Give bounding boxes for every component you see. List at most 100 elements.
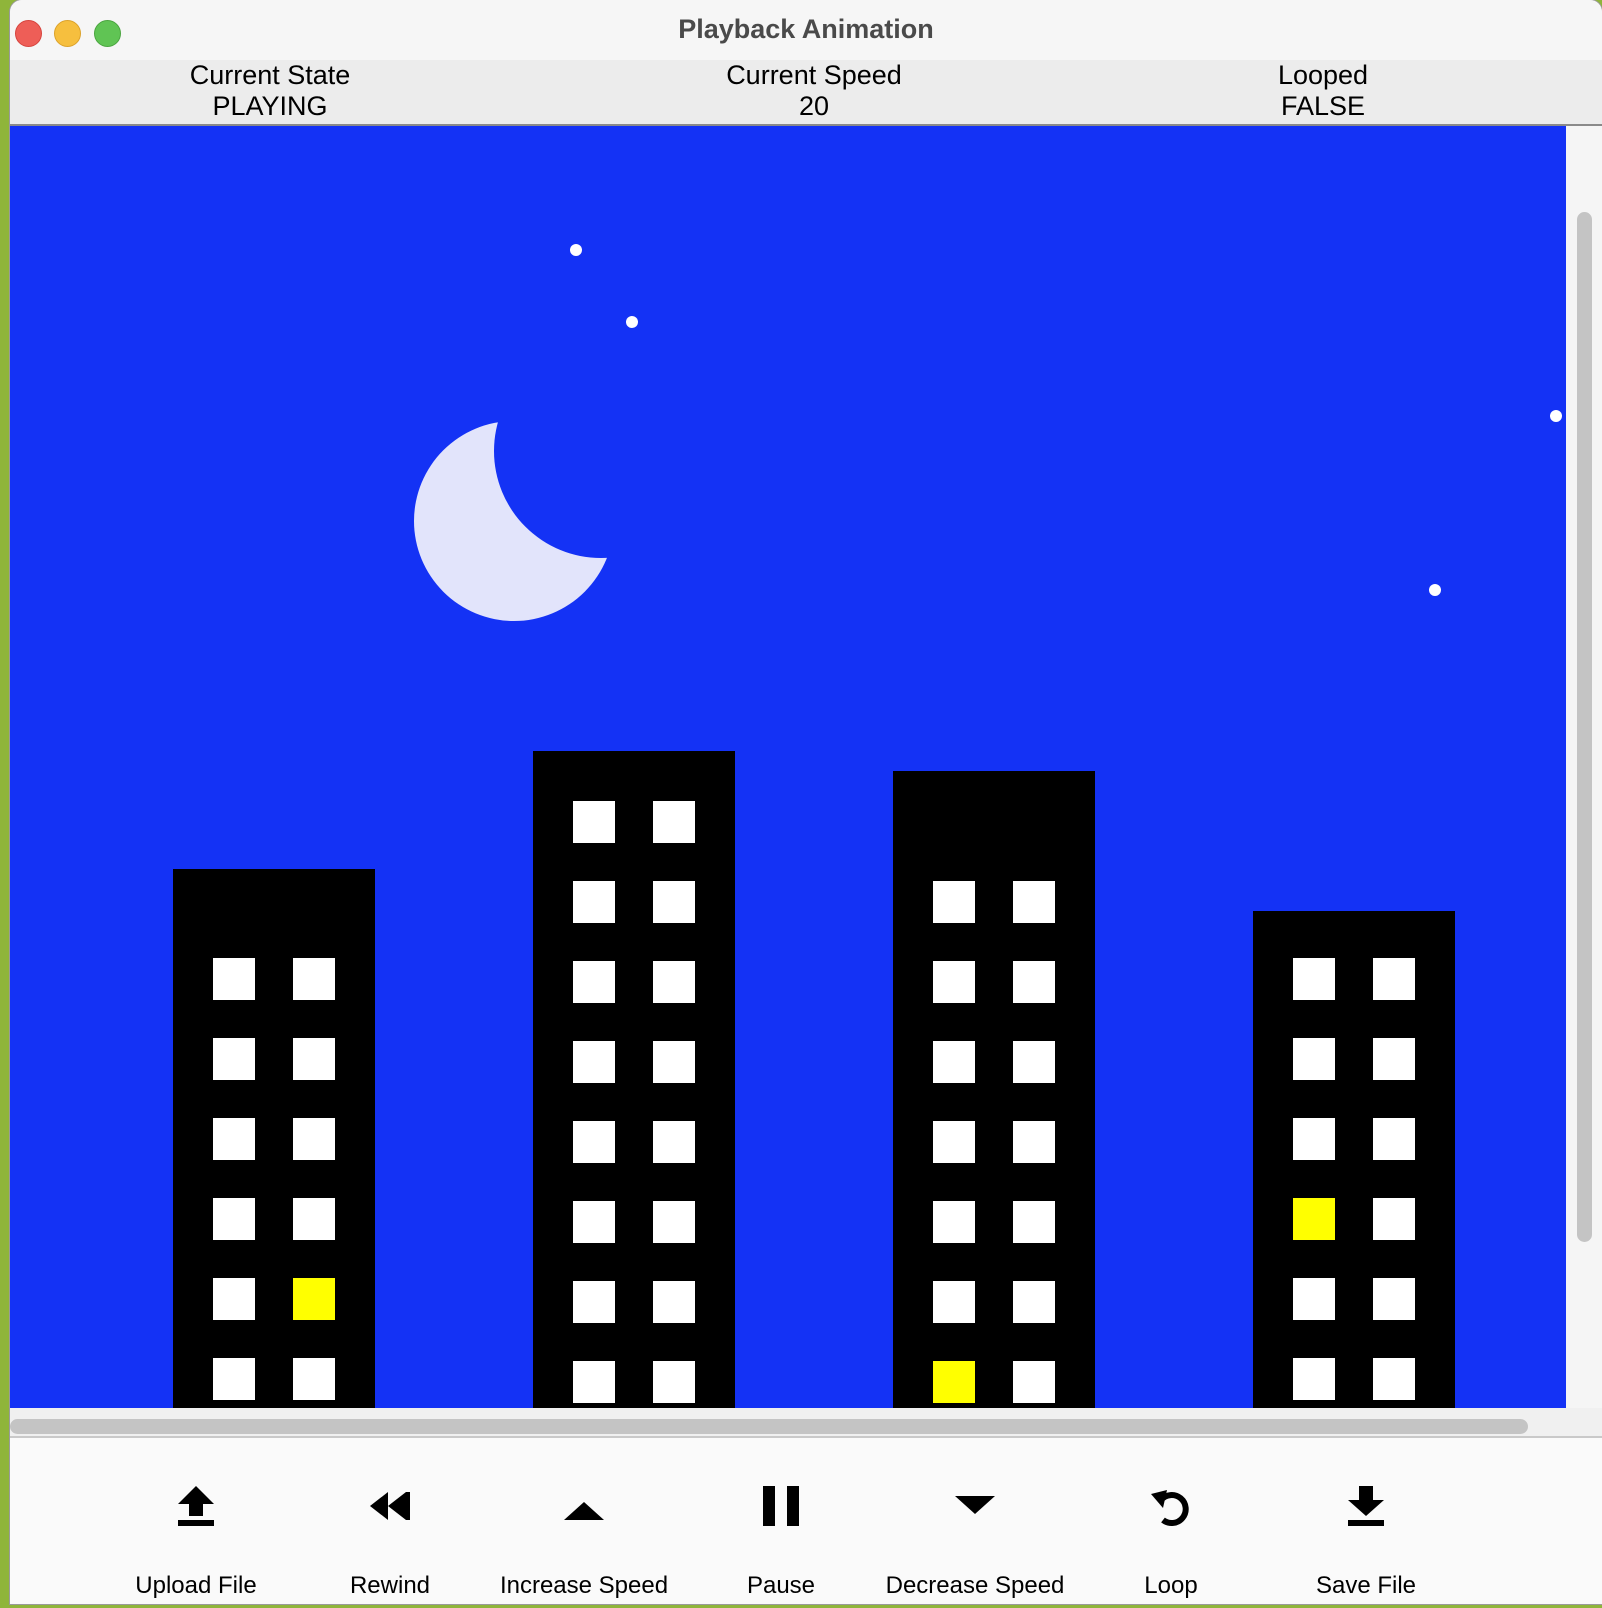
building-window (1373, 958, 1415, 1000)
playback-toolbar: Upload File Rewind Increase Speed Pause (10, 1438, 1602, 1604)
upload-file-label: Upload File (135, 1572, 257, 1599)
current-speed-panel: Current Speed 20 (694, 60, 934, 122)
building-window (293, 1358, 335, 1400)
building-window (573, 961, 615, 1003)
decrease-speed-label: Decrease Speed (885, 1572, 1065, 1599)
triangle-up-icon (564, 1502, 604, 1520)
rewind-label: Rewind (349, 1572, 431, 1599)
looped-label: Looped (1277, 60, 1369, 90)
building-window (1373, 1278, 1415, 1320)
building-window (1013, 961, 1055, 1003)
triangle-down-icon (955, 1496, 995, 1514)
building-window (653, 1121, 695, 1163)
horizontal-scrollbar-thumb[interactable] (10, 1419, 1528, 1434)
building-window (933, 1281, 975, 1323)
rewind-icon (370, 1492, 410, 1520)
building-window (933, 961, 975, 1003)
building-window (213, 1118, 255, 1160)
building-window (1013, 1361, 1055, 1403)
building-window (1293, 1038, 1335, 1080)
building-window (213, 958, 255, 1000)
building-window (653, 1281, 695, 1323)
current-speed-value: 20 (798, 91, 830, 121)
current-state-value: PLAYING (212, 91, 328, 121)
building-window (1373, 1118, 1415, 1160)
building-window (933, 1041, 975, 1083)
building-window (213, 1278, 255, 1320)
building-3 (893, 771, 1095, 1408)
building-window (653, 1201, 695, 1243)
upload-icon (178, 1486, 214, 1526)
building-window (293, 1198, 335, 1240)
pause-label: Pause (746, 1572, 816, 1599)
building-window (1293, 1278, 1335, 1320)
app-window: Playback Animation Current State PLAYING… (10, 0, 1602, 1604)
building-window (573, 881, 615, 923)
building-window (1293, 1118, 1335, 1160)
save-file-label: Save File (1315, 1572, 1417, 1599)
building-window (573, 1201, 615, 1243)
building-window (1293, 1198, 1335, 1240)
building-window (293, 1118, 335, 1160)
building-4 (1253, 911, 1455, 1408)
building-window (1013, 881, 1055, 923)
current-speed-label: Current Speed (726, 60, 902, 90)
decrease-speed-button[interactable]: Decrease Speed (875, 1482, 1075, 1599)
animation-canvas (10, 126, 1566, 1408)
building-window (653, 881, 695, 923)
pause-icon (763, 1486, 799, 1526)
building-window (293, 1038, 335, 1080)
building-window (1373, 1038, 1415, 1080)
building-window (653, 801, 695, 843)
building-window (653, 1041, 695, 1083)
building-window (933, 881, 975, 923)
building-window (653, 961, 695, 1003)
animation-scroll-pane (10, 126, 1602, 1434)
title-bar: Playback Animation (10, 0, 1602, 61)
upload-file-button[interactable]: Upload File (96, 1482, 296, 1599)
building-window (1373, 1358, 1415, 1400)
pause-button[interactable]: Pause (681, 1482, 881, 1599)
loop-icon (1151, 1490, 1189, 1527)
current-state-label: Current State (189, 60, 351, 90)
download-icon (1348, 1486, 1384, 1526)
save-file-button[interactable]: Save File (1266, 1482, 1466, 1599)
building-window (933, 1121, 975, 1163)
star-2 (626, 316, 638, 328)
building-2 (533, 751, 735, 1408)
building-window (573, 1361, 615, 1403)
building-window (1293, 958, 1335, 1000)
building-window (653, 1361, 695, 1403)
building-window (1013, 1281, 1055, 1323)
animation-scene (10, 126, 1566, 1408)
loop-button[interactable]: Loop (1071, 1482, 1271, 1599)
looped-panel: Looped FALSE (1203, 60, 1443, 122)
building-window (573, 801, 615, 843)
building-window (573, 1041, 615, 1083)
building-window (1013, 1201, 1055, 1243)
status-bar: Current State PLAYING Current Speed 20 L… (10, 60, 1602, 126)
star-4 (1429, 584, 1441, 596)
building-window (293, 1278, 335, 1320)
building-window (933, 1201, 975, 1243)
building-window (213, 1198, 255, 1240)
building-window (1013, 1121, 1055, 1163)
star-1 (570, 244, 582, 256)
building-window (573, 1281, 615, 1323)
increase-speed-label: Increase Speed (499, 1572, 669, 1599)
building-window (1293, 1358, 1335, 1400)
rewind-button[interactable]: Rewind (290, 1482, 490, 1599)
building-window (573, 1121, 615, 1163)
vertical-scrollbar-thumb[interactable] (1577, 212, 1592, 1242)
building-1 (173, 869, 375, 1408)
current-state-panel: Current State PLAYING (150, 60, 390, 122)
building-window (1373, 1198, 1415, 1240)
building-window (213, 1358, 255, 1400)
window-title: Playback Animation (678, 14, 934, 44)
looped-value: FALSE (1280, 91, 1366, 121)
crescent-moon (414, 421, 614, 621)
loop-label: Loop (1144, 1572, 1198, 1599)
building-window (933, 1361, 975, 1403)
building-window (213, 1038, 255, 1080)
increase-speed-button[interactable]: Increase Speed (484, 1482, 684, 1599)
